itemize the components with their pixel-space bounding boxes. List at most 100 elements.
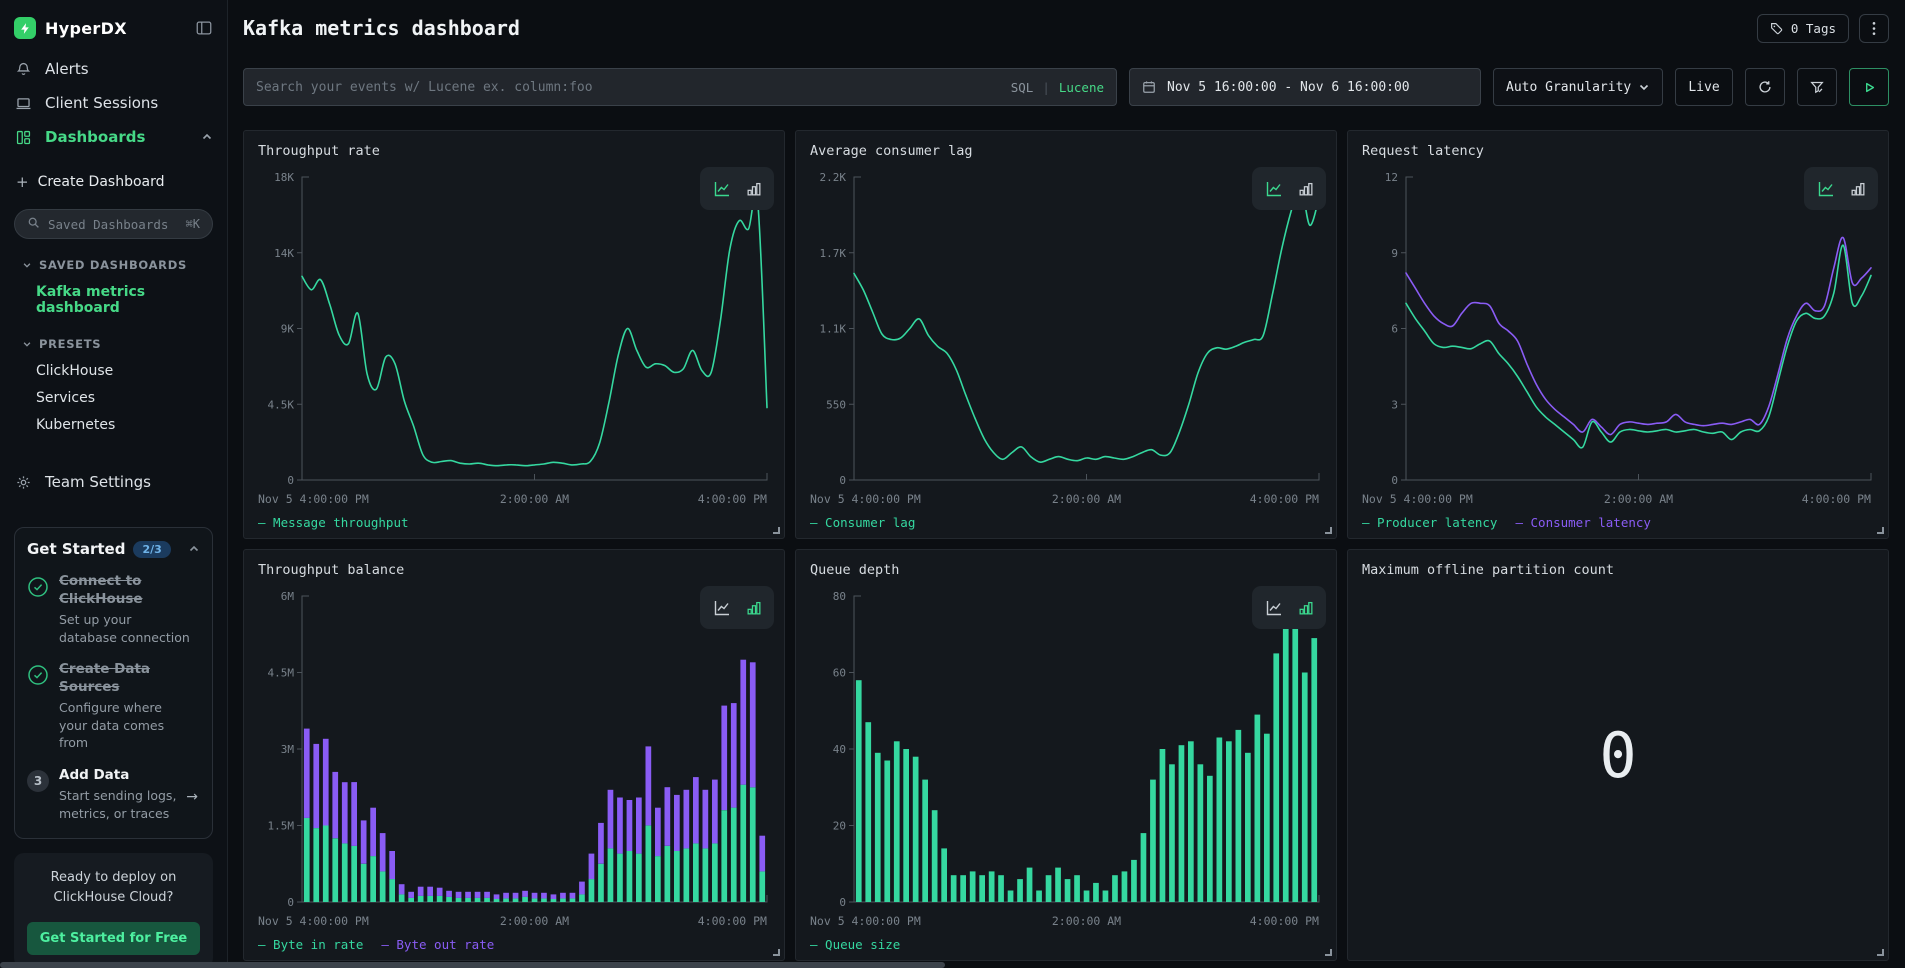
chart-panel-throughput-balance: Throughput balance 6M4.5M3M1.5M0 Nov 5 4… [243, 549, 785, 961]
chart-legend: — Consumer lag [810, 515, 915, 530]
saved-dashboards-search-input[interactable]: Saved Dashboards ⌘K [14, 209, 213, 239]
bar-chart-icon[interactable] [1849, 180, 1867, 198]
panel-resize-handle[interactable] [773, 949, 780, 956]
chart-type-toolbar [1252, 167, 1326, 210]
chevron-down-icon [22, 260, 32, 270]
tags-button[interactable]: 0 Tags [1757, 14, 1849, 43]
legend-item[interactable]: — Consumer lag [810, 515, 915, 530]
svg-text:4.5M: 4.5M [268, 667, 295, 680]
line-chart-icon[interactable] [712, 598, 732, 618]
sidebar-link-clickhouse[interactable]: ClickHouse [0, 358, 227, 385]
filter-button[interactable] [1797, 68, 1837, 106]
panel-resize-handle[interactable] [1877, 949, 1884, 956]
granularity-select[interactable]: Auto Granularity [1493, 68, 1663, 106]
svg-text:2.2K: 2.2K [820, 171, 847, 184]
line-chart-icon[interactable] [1816, 179, 1836, 199]
panel-resize-handle[interactable] [1325, 949, 1332, 956]
step-subtitle: Configure where your data comes from [59, 699, 200, 752]
step-subtitle: Set up your database connection [59, 611, 200, 646]
sidebar: HyperDX Alerts Client Sessions Dashboard… [0, 0, 228, 968]
panel-resize-handle[interactable] [1325, 527, 1332, 534]
legend-item[interactable]: — Queue size [810, 937, 900, 952]
sidebar-collapse-icon[interactable] [195, 19, 213, 37]
live-button[interactable]: Live [1675, 68, 1733, 106]
line-chart-icon[interactable] [1264, 179, 1284, 199]
event-search-input[interactable]: Search your events w/ Lucene ex. column:… [243, 68, 1117, 106]
chevron-up-icon[interactable] [188, 543, 200, 555]
svg-text:1.1K: 1.1K [820, 323, 847, 336]
chevron-down-icon [22, 339, 32, 349]
svg-text:6: 6 [1391, 323, 1398, 336]
brand-name: HyperDX [45, 19, 127, 38]
chart-title: Queue depth [810, 562, 899, 578]
chart-legend: — Byte in rate — Byte out rate [258, 937, 494, 952]
svg-text:6M: 6M [281, 590, 295, 603]
svg-text:3M: 3M [281, 743, 295, 756]
bar-chart-icon[interactable] [1297, 599, 1315, 617]
svg-text:20: 20 [833, 820, 846, 833]
sidebar-item-label: Client Sessions [45, 94, 158, 112]
get-started-free-button[interactable]: Get Started for Free [27, 922, 200, 955]
tag-icon [1770, 22, 1783, 35]
legend-item[interactable]: — Consumer latency [1515, 515, 1650, 530]
legend-item[interactable]: — Byte out rate [381, 937, 494, 952]
create-dashboard-label: Create Dashboard [38, 174, 165, 190]
svg-text:80: 80 [833, 590, 846, 603]
get-started-header[interactable]: Get Started 2/3 [27, 540, 200, 558]
lucene-mode-toggle[interactable]: Lucene [1059, 80, 1104, 95]
section-presets[interactable]: PRESETS [0, 322, 227, 358]
chart-title: Throughput balance [258, 562, 404, 578]
chart-type-toolbar [700, 167, 774, 210]
dashboard-grid: Throughput rate 18K14K9K4.5K0 Nov 5 4:00… [243, 130, 1889, 961]
more-options-button[interactable] [1859, 14, 1889, 43]
section-saved-dashboards[interactable]: SAVED DASHBOARDS [0, 243, 227, 279]
sidebar-item-team-settings[interactable]: Team Settings [0, 463, 227, 501]
refresh-button[interactable] [1745, 68, 1785, 106]
line-chart-icon[interactable] [712, 179, 732, 199]
svg-text:0: 0 [287, 896, 294, 909]
progress-badge: 2/3 [133, 541, 170, 558]
step-number-badge: 3 [27, 770, 49, 792]
svg-text:0: 0 [1391, 474, 1398, 487]
date-range-picker[interactable]: Nov 5 16:00:00 - Nov 6 16:00:00 [1129, 68, 1481, 106]
legend-item[interactable]: — Message throughput [258, 515, 409, 530]
bar-chart-icon[interactable] [745, 599, 763, 617]
run-query-button[interactable] [1849, 68, 1889, 106]
chart-title: Request latency [1362, 143, 1484, 159]
dashboard-icon [14, 129, 33, 146]
chart-type-toolbar [1252, 586, 1326, 629]
get-started-title: Get Started [27, 540, 125, 558]
create-dashboard-button[interactable]: + Create Dashboard [0, 160, 227, 201]
svg-text:3: 3 [1391, 398, 1398, 411]
get-started-step-add-data[interactable]: 3 Add Data Start sending logs, metrics, … [27, 767, 200, 823]
sidebar-item-label: Dashboards [45, 128, 145, 146]
svg-text:40: 40 [833, 743, 846, 756]
sql-mode-toggle[interactable]: SQL [1011, 80, 1034, 95]
line-chart-icon[interactable] [1264, 598, 1284, 618]
svg-text:12: 12 [1385, 171, 1398, 184]
bar-chart-icon[interactable] [1297, 180, 1315, 198]
sidebar-link-services[interactable]: Services [0, 385, 227, 412]
x-axis-labels: Nov 5 4:00:00 PM 2:00:00 AM 4:00:00 PM [1348, 492, 1888, 507]
sidebar-link-kubernetes[interactable]: Kubernetes [0, 412, 227, 439]
get-started-step-connect[interactable]: Connect to ClickHouse Set up your databa… [27, 573, 200, 646]
check-circle-icon [27, 576, 49, 646]
arrow-right-icon: → [186, 789, 198, 805]
bar-chart-icon[interactable] [745, 180, 763, 198]
legend-item[interactable]: — Byte in rate [258, 937, 363, 952]
step-title: Add Data [59, 767, 200, 785]
svg-text:0: 0 [839, 474, 846, 487]
calendar-icon [1142, 80, 1156, 94]
sidebar-link-kafka-dashboard[interactable]: Kafka metrics dashboard [0, 279, 227, 322]
sidebar-item-client-sessions[interactable]: Client Sessions [0, 86, 227, 120]
svg-text:1.5M: 1.5M [268, 820, 295, 833]
legend-item[interactable]: — Producer latency [1362, 515, 1497, 530]
get-started-step-sources[interactable]: Create Data Sources Configure where your… [27, 661, 200, 752]
sidebar-item-alerts[interactable]: Alerts [0, 52, 227, 86]
panel-resize-handle[interactable] [773, 527, 780, 534]
step-subtitle: Start sending logs, metrics, or traces [59, 787, 200, 822]
panel-resize-handle[interactable] [1877, 527, 1884, 534]
sidebar-item-dashboards[interactable]: Dashboards [0, 120, 227, 154]
horizontal-scrollbar[interactable] [0, 962, 945, 968]
svg-text:14K: 14K [274, 247, 294, 260]
